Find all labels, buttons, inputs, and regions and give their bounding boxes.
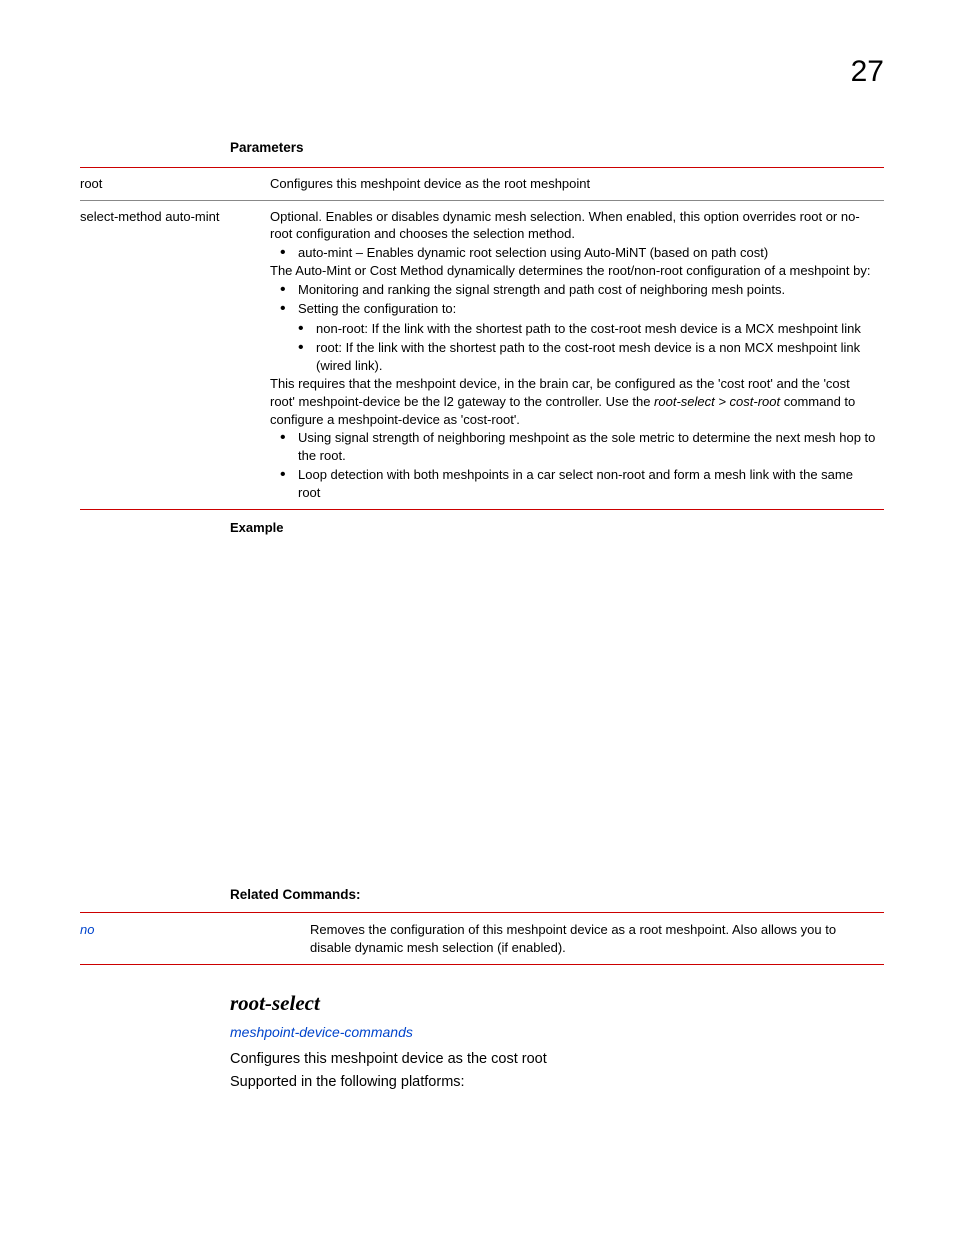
param-name: select-method auto-mint: [80, 200, 270, 510]
body-text: Configures this meshpoint device as the …: [230, 1048, 884, 1070]
param-text: This requires that the meshpoint device,…: [270, 375, 876, 428]
param-text: The Auto-Mint or Cost Method dynamically…: [270, 262, 876, 280]
command-parent-link[interactable]: meshpoint-device-commands: [230, 1024, 884, 1040]
list-item: auto-mint – Enables dynamic root selecti…: [298, 243, 876, 263]
related-command-link[interactable]: no: [80, 913, 310, 965]
related-commands-table: no Removes the configuration of this mes…: [80, 912, 884, 965]
table-row: no Removes the configuration of this mes…: [80, 913, 884, 965]
param-desc: Optional. Enables or disables dynamic me…: [270, 200, 884, 510]
param-name: root: [80, 168, 270, 201]
example-heading: Example: [230, 520, 884, 535]
list-item: Using signal strength of neighboring mes…: [298, 428, 876, 465]
list-item: root: If the link with the shortest path…: [316, 338, 876, 375]
related-command-desc: Removes the configuration of this meshpo…: [310, 913, 884, 965]
list-item: Loop detection with both meshpoints in a…: [298, 465, 876, 502]
parameters-table: root Configures this meshpoint device as…: [80, 167, 884, 510]
related-commands-heading: Related Commands:: [230, 887, 884, 902]
param-desc: Configures this meshpoint device as the …: [270, 168, 884, 201]
list-item: non-root: If the link with the shortest …: [316, 319, 876, 339]
command-title: root-select: [230, 991, 884, 1016]
table-row: select-method auto-mint Optional. Enable…: [80, 200, 884, 510]
list-item: Monitoring and ranking the signal streng…: [298, 280, 876, 300]
body-text: Supported in the following platforms:: [230, 1071, 884, 1093]
param-text: Optional. Enables or disables dynamic me…: [270, 208, 876, 243]
table-row: root Configures this meshpoint device as…: [80, 168, 884, 201]
list-item: Setting the configuration to:: [298, 299, 876, 319]
page-number: 27: [851, 55, 884, 89]
parameters-heading: Parameters: [230, 140, 884, 155]
